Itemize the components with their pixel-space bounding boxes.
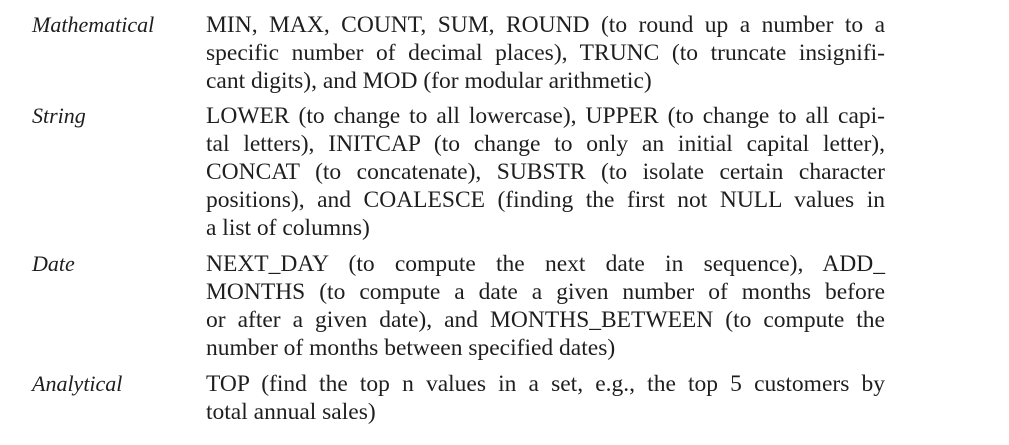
description-line: or after a given date), and MONTHS_BETWE… [206,307,885,333]
description: NEXT_DAY (to compute the next date in se… [206,250,885,362]
description: TOP (find the top n values in a set, e.g… [206,370,885,426]
category-label: String [32,103,86,128]
description-line: CONCAT (to concatenate), SUBSTR (to isol… [206,159,885,185]
description-line: positions), and COALESCE (finding the fi… [206,187,885,213]
description-line: MONTHS (to compute a date a given number… [206,279,885,305]
description-line: total annual sales) [206,399,376,425]
description-line: number of months between specified dates… [206,335,616,361]
description-line: LOWER (to change to all lowercase), UPPE… [206,103,885,129]
description-line: a list of columns) [206,215,370,241]
description: MIN, MAX, COUNT, SUM, ROUND (to round up… [206,11,885,95]
description-line: TOP (find the top n values in a set, e.g… [206,371,885,397]
description-line: tal letters), INITCAP (to change to only… [206,131,885,157]
description-line: specific number of decimal places), TRUN… [206,40,885,66]
category-label: Date [32,251,75,276]
description-line: cant digits), and MOD (for modular arith… [206,68,652,94]
category-label: Mathematical [32,12,155,37]
category-label: Analytical [32,371,123,396]
description-line: NEXT_DAY (to compute the next date in se… [206,251,885,277]
description: LOWER (to change to all lowercase), UPPE… [206,102,885,242]
description-line: MIN, MAX, COUNT, SUM, ROUND (to round up… [206,12,885,38]
